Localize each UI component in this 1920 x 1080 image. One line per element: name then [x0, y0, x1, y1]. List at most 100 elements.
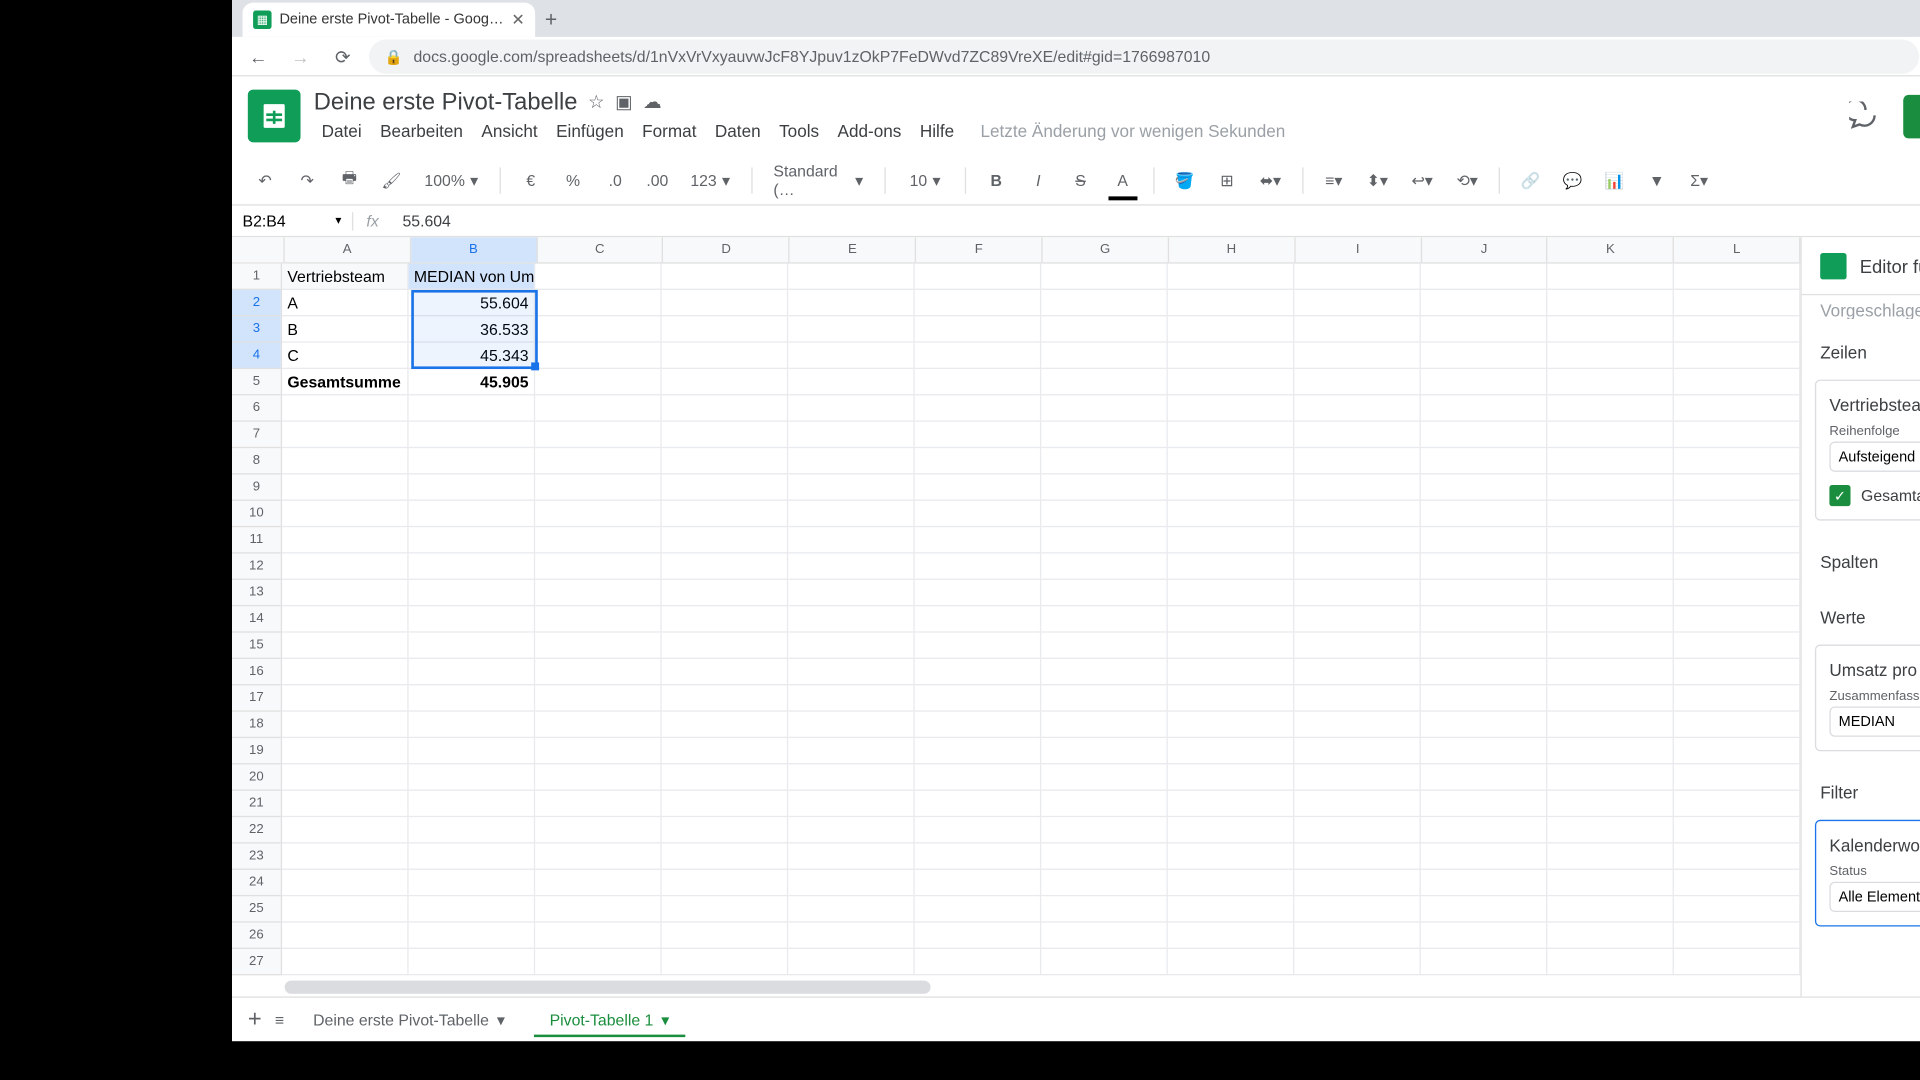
row-header[interactable]: 18 — [232, 712, 281, 738]
horizontal-scrollbar[interactable] — [285, 981, 931, 994]
bold-icon[interactable]: B — [979, 163, 1013, 197]
col-header[interactable]: B — [411, 237, 537, 262]
zoom-select[interactable]: 100%▾ — [417, 163, 487, 197]
cell[interactable]: MEDIAN von Umsatz — [409, 264, 536, 290]
status-select[interactable]: Alle Elemente werden angezeigt▾ — [1829, 882, 1920, 912]
row-header[interactable]: 25 — [232, 896, 281, 922]
menu-einfuegen[interactable]: Einfügen — [548, 119, 631, 144]
comments-icon[interactable] — [1845, 98, 1882, 135]
cell[interactable]: 45.343 — [409, 343, 536, 369]
new-tab-button[interactable]: + — [535, 5, 567, 37]
cell[interactable]: 36.533 — [409, 316, 536, 342]
redo-icon[interactable]: ↷ — [290, 163, 324, 197]
strike-icon[interactable]: S — [1063, 163, 1097, 197]
undo-icon[interactable]: ↶ — [248, 163, 282, 197]
font-size-select[interactable]: 10▾ — [899, 163, 952, 197]
move-icon[interactable]: ▣ — [615, 91, 632, 113]
row-header[interactable]: 23 — [232, 844, 281, 870]
select-all-corner[interactable] — [232, 237, 285, 262]
close-tab-icon[interactable]: ✕ — [511, 11, 524, 29]
menu-daten[interactable]: Daten — [707, 119, 769, 144]
cell[interactable]: B — [282, 316, 409, 342]
name-box[interactable]: B2:B4▾ — [232, 212, 353, 230]
italic-icon[interactable]: I — [1021, 163, 1055, 197]
col-header[interactable]: G — [1043, 237, 1169, 262]
menu-bearbeiten[interactable]: Bearbeiten — [372, 119, 471, 144]
fill-color-icon[interactable]: 🪣 — [1168, 163, 1202, 197]
col-header[interactable]: L — [1674, 237, 1800, 262]
functions-icon[interactable]: Σ▾ — [1682, 163, 1716, 197]
row-header[interactable]: 24 — [232, 870, 281, 896]
menu-tools[interactable]: Tools — [771, 119, 827, 144]
row-header[interactable]: 3 — [232, 316, 281, 342]
add-sheet-button[interactable]: + — [248, 1006, 262, 1034]
menu-format[interactable]: Format — [634, 119, 704, 144]
row-header[interactable]: 1 — [232, 264, 281, 290]
number-format-select[interactable]: 123▾ — [682, 163, 737, 197]
col-header[interactable]: K — [1548, 237, 1674, 262]
reload-icon[interactable]: ⟳ — [327, 41, 359, 73]
col-header[interactable]: H — [1169, 237, 1295, 262]
row-header[interactable]: 16 — [232, 659, 281, 685]
star-icon[interactable]: ☆ — [588, 91, 605, 113]
borders-icon[interactable]: ⊞ — [1210, 163, 1244, 197]
valign-icon[interactable]: ⬍▾ — [1359, 163, 1396, 197]
spreadsheet-grid[interactable]: A B C D E F G H I J K L 1 2 3 4 5 — [232, 237, 1800, 996]
share-button[interactable]: 🔒 Freigeben — [1903, 94, 1920, 137]
row-header[interactable]: 6 — [232, 395, 281, 421]
row-header[interactable]: 17 — [232, 685, 281, 711]
row-header[interactable]: 9 — [232, 474, 281, 500]
text-color-icon[interactable]: A — [1106, 163, 1140, 197]
document-title[interactable]: Deine erste Pivot-Tabelle — [314, 88, 578, 116]
paint-format-icon[interactable]: 🖌 — [374, 163, 408, 197]
sheets-logo-icon[interactable] — [248, 90, 301, 143]
col-header[interactable]: A — [285, 237, 411, 262]
row-header[interactable]: 26 — [232, 923, 281, 949]
row-header[interactable]: 11 — [232, 527, 281, 553]
row-header[interactable]: 7 — [232, 422, 281, 448]
menu-hilfe[interactable]: Hilfe — [912, 119, 962, 144]
address-bar[interactable]: 🔒 docs.google.com/spreadsheets/d/1nVxVrV… — [369, 40, 1919, 74]
row-header[interactable]: 13 — [232, 580, 281, 606]
row-header[interactable]: 4 — [232, 343, 281, 369]
forward-icon[interactable]: → — [285, 41, 317, 73]
cell[interactable]: Gesamtsumme — [282, 369, 409, 395]
all-sheets-button[interactable]: ≡ — [275, 1010, 284, 1028]
col-header[interactable]: C — [537, 237, 663, 262]
menu-datei[interactable]: Datei — [314, 119, 370, 144]
row-header[interactable]: 20 — [232, 764, 281, 790]
formula-value[interactable]: 55.604 — [392, 212, 461, 230]
col-header[interactable]: F — [916, 237, 1042, 262]
cell[interactable]: 45.905 — [409, 369, 536, 395]
cell[interactable]: C — [282, 343, 409, 369]
increase-decimal-icon[interactable]: .00 — [640, 163, 674, 197]
col-header[interactable]: I — [1295, 237, 1421, 262]
sheet-tab-active[interactable]: Pivot-Tabelle 1▾ — [534, 1002, 685, 1036]
cell[interactable]: 55.604 — [409, 290, 536, 316]
row-header[interactable]: 12 — [232, 554, 281, 580]
cell[interactable]: A — [282, 290, 409, 316]
menu-addons[interactable]: Add-ons — [830, 119, 910, 144]
browser-tab[interactable]: ▦ Deine erste Pivot-Tabelle - Goog… ✕ — [243, 3, 536, 37]
col-header[interactable]: D — [664, 237, 790, 262]
row-header[interactable]: 21 — [232, 791, 281, 817]
merge-icon[interactable]: ⬌▾ — [1252, 163, 1289, 197]
row-header[interactable]: 5 — [232, 369, 281, 395]
rotate-icon[interactable]: ⟲▾ — [1449, 163, 1486, 197]
filter-icon[interactable]: ▼ — [1640, 163, 1674, 197]
back-icon[interactable]: ← — [243, 41, 275, 73]
last-edit-text[interactable]: Letzte Änderung vor wenigen Sekunden — [965, 119, 1294, 144]
currency-icon[interactable]: € — [514, 163, 548, 197]
col-header[interactable]: J — [1422, 237, 1548, 262]
summarize-select[interactable]: MEDIAN▾ — [1829, 706, 1920, 736]
sheet-tab[interactable]: Deine erste Pivot-Tabelle▾ — [297, 1002, 520, 1036]
print-icon[interactable]: 🖶 — [332, 163, 366, 197]
row-header[interactable]: 22 — [232, 817, 281, 843]
col-header[interactable]: E — [790, 237, 916, 262]
font-select[interactable]: Standard (…▾ — [766, 163, 871, 197]
row-header[interactable]: 2 — [232, 290, 281, 316]
link-icon[interactable]: 🔗 — [1513, 163, 1547, 197]
halign-icon[interactable]: ≡▾ — [1317, 163, 1351, 197]
row-header[interactable]: 27 — [232, 949, 281, 975]
row-header[interactable]: 10 — [232, 501, 281, 527]
